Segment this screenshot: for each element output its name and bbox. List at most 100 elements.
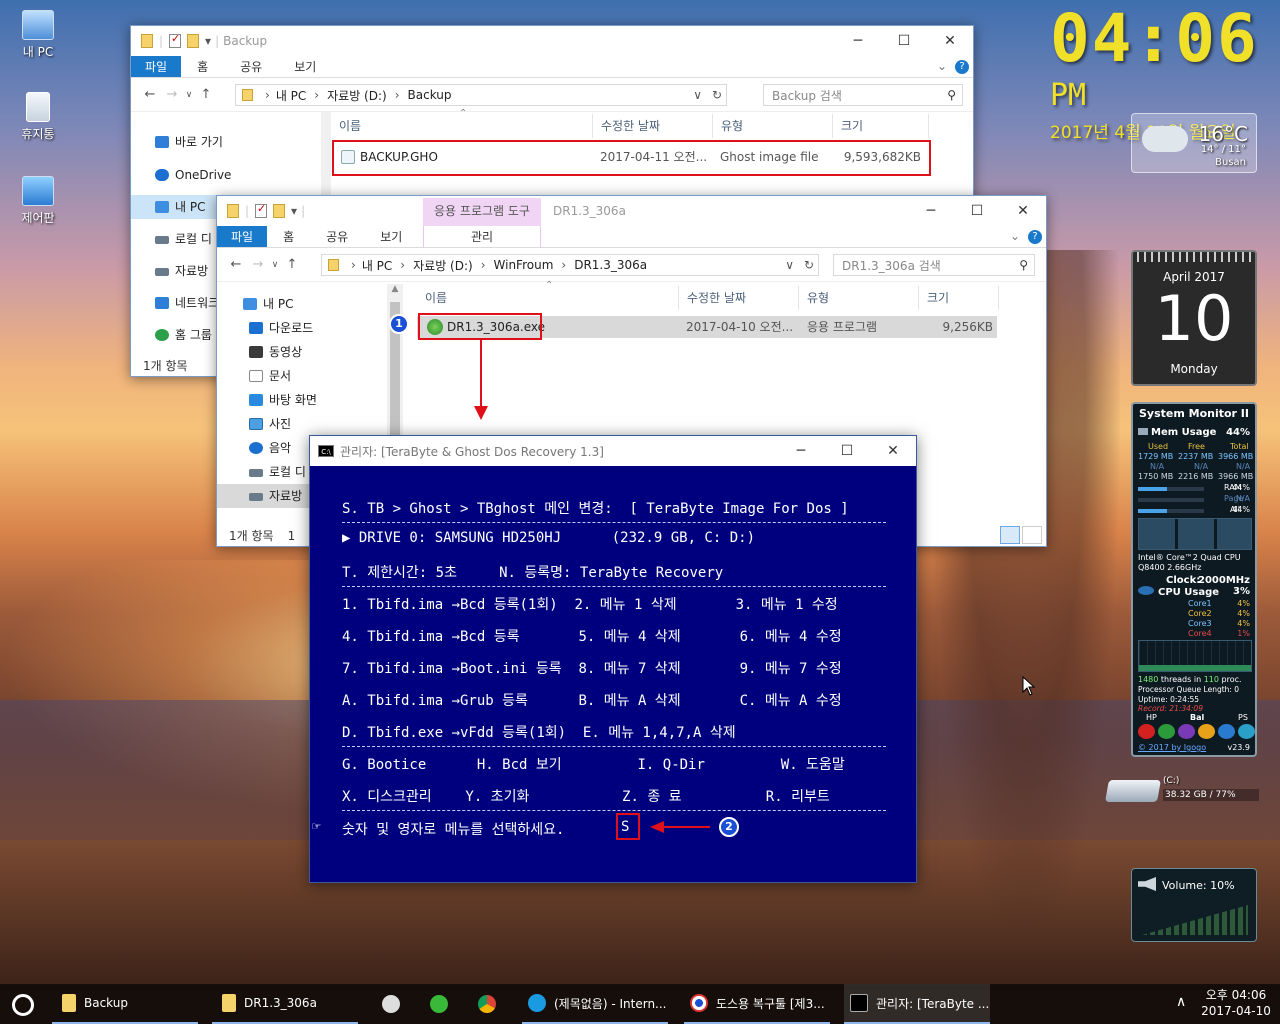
ribbon-expand-icon[interactable]: ⌄ [937, 59, 947, 73]
breadcrumb-item[interactable]: 자료방 (D:) [413, 257, 473, 274]
column-type[interactable]: 유형 [713, 114, 833, 138]
address-dropdown-icon[interactable]: ∨ [785, 258, 794, 272]
sm-procs: 110 [1203, 675, 1219, 684]
taskbar-item-ie[interactable]: (제목없음) - Intern... [522, 984, 668, 1024]
column-size[interactable]: 크기 [833, 114, 929, 138]
qat-dropdown-icon[interactable]: ▾ [205, 34, 211, 48]
drive-icon [155, 236, 169, 244]
weather-gadget[interactable]: 16°C 14° / 11° Busan [1131, 113, 1257, 173]
search-input[interactable]: Backup 검색 ⚲ [763, 84, 963, 106]
sm-val: 2216 MB [1178, 472, 1214, 481]
taskbar-clover[interactable] [430, 984, 454, 1024]
nav-item-documents[interactable]: 문서 [217, 364, 387, 388]
up-icon[interactable]: ↑ [281, 257, 303, 272]
close-button[interactable]: ✕ [927, 26, 973, 56]
breadcrumb-item[interactable]: 내 PC [362, 257, 392, 274]
qat-dropdown-icon[interactable]: ▾ [291, 204, 297, 218]
help-icon[interactable]: ? [1028, 230, 1042, 244]
taskbar-item-dos-tool[interactable]: 도스용 복구툴 [제3... [684, 984, 830, 1024]
tab-home[interactable]: 홈 [181, 56, 224, 77]
drive-gadget[interactable]: (C:) 38.32 GB / 77% [1103, 772, 1263, 810]
nav-item-desktop[interactable]: 바탕 화면 [217, 388, 387, 412]
search-input[interactable]: DR1.3_306a 검색 ⚲ [833, 254, 1035, 276]
forward-icon[interactable]: → [247, 257, 269, 272]
column-date[interactable]: 수정한 날짜 [593, 114, 713, 138]
nav-item-onedrive[interactable]: OneDrive [131, 163, 321, 187]
minimize-button[interactable]: ─ [908, 196, 954, 226]
taskbar-chrome[interactable] [478, 984, 502, 1024]
breadcrumb-item[interactable]: Backup [408, 88, 452, 102]
close-button[interactable]: ✕ [870, 436, 916, 466]
breadcrumb-item[interactable]: WinFroum [494, 258, 554, 272]
title-bar[interactable]: | ▾ | 응용 프로그램 도구 DR1.3_306a ─ ☐ ✕ [217, 196, 1046, 226]
maximize-button[interactable]: ☐ [881, 26, 927, 56]
recent-dropdown-icon[interactable]: ∨ [269, 260, 281, 270]
back-icon[interactable]: ← [225, 257, 247, 272]
address-bar[interactable]: › 내 PC › 자료방 (D:) › WinFroum › DR1.3_306… [321, 254, 819, 276]
volume-gadget[interactable]: Volume: 10% [1131, 868, 1257, 942]
title-bar[interactable]: | ▾ | Backup ─ ☐ ✕ [131, 26, 973, 56]
ribbon-expand-icon[interactable]: ⌄ [1010, 229, 1020, 243]
back-icon[interactable]: ← [139, 87, 161, 102]
nav-item-videos[interactable]: 동영상 [217, 340, 387, 364]
tab-file[interactable]: 파일 [217, 226, 268, 247]
forward-icon[interactable]: → [161, 87, 183, 102]
desktop-icon-recycle-bin[interactable]: 휴지통 [3, 92, 73, 142]
maximize-button[interactable]: ☐ [824, 436, 870, 466]
properties-icon[interactable] [169, 32, 182, 48]
minimize-button[interactable]: ─ [778, 436, 824, 466]
sleep-icon[interactable] [1178, 724, 1195, 739]
details-view-icon[interactable] [1000, 526, 1020, 544]
hibernate-icon[interactable] [1198, 724, 1215, 739]
tab-share[interactable]: 공유 [224, 56, 278, 77]
up-icon[interactable]: ↑ [195, 87, 217, 102]
tray-clock[interactable]: 오후 04:06 2017-04-10 [1196, 987, 1276, 1019]
new-folder-icon[interactable] [187, 34, 200, 48]
tab-manage[interactable]: 관리 [423, 226, 541, 248]
taskbar-item-cmd[interactable]: 관리자: [TeraByte ... [844, 984, 990, 1024]
desktop-icon-this-pc[interactable]: 내 PC [3, 10, 73, 60]
large-icons-view-icon[interactable] [1022, 526, 1042, 544]
tray-chevron-icon[interactable]: ∧ [1176, 994, 1186, 1010]
tab-home[interactable]: 홈 [267, 226, 310, 247]
close-button[interactable]: ✕ [1000, 196, 1046, 226]
address-bar[interactable]: › 내 PC › 자료방 (D:) › Backup ∨ ↻ [235, 84, 727, 106]
breadcrumb-item[interactable]: 내 PC [276, 87, 306, 104]
column-type[interactable]: 유형 [799, 286, 919, 310]
breadcrumb-item[interactable]: 자료방 (D:) [327, 87, 387, 104]
refresh-icon[interactable]: ↻ [712, 88, 722, 102]
system-monitor-gadget[interactable]: System Monitor II Mem Usage 44% Used Fre… [1131, 402, 1257, 757]
desktop-icon-control-panel[interactable]: 제어판 [3, 176, 73, 226]
minimize-button[interactable]: ─ [835, 26, 881, 56]
taskbar-settings[interactable] [382, 984, 406, 1024]
nav-item-downloads[interactable]: 다운로드 [217, 316, 387, 340]
sm-threads: 1480 [1138, 675, 1159, 684]
cmd-title-bar[interactable]: C:\ 관리자: [TeraByte & Ghost Dos Recovery … [310, 436, 916, 466]
restart-icon[interactable] [1158, 724, 1175, 739]
breadcrumb-item[interactable]: DR1.3_306a [574, 258, 647, 272]
sm-copyright[interactable]: © 2017 by Igogo [1138, 743, 1206, 752]
tab-view[interactable]: 보기 [364, 226, 418, 247]
refresh-icon[interactable]: ↻ [804, 258, 814, 272]
recent-dropdown-icon[interactable]: ∨ [183, 90, 195, 100]
maximize-button[interactable]: ☐ [954, 196, 1000, 226]
cmd-window[interactable]: C:\ 관리자: [TeraByte & Ghost Dos Recovery … [309, 435, 917, 883]
taskbar-item-dr[interactable]: DR1.3_306a [212, 984, 358, 1024]
cortana-icon[interactable] [12, 994, 34, 1016]
taskbar-item-backup[interactable]: Backup [52, 984, 198, 1024]
properties-icon[interactable] [255, 202, 268, 218]
settings-icon[interactable] [1238, 724, 1255, 739]
address-dropdown-icon[interactable]: ∨ [693, 88, 702, 102]
calendar-gadget[interactable]: April 2017 10 Monday [1131, 250, 1257, 386]
tab-share[interactable]: 공유 [310, 226, 364, 247]
logoff-icon[interactable] [1218, 724, 1235, 739]
column-date[interactable]: 수정한 날짜 [679, 286, 799, 310]
new-folder-icon[interactable] [273, 204, 286, 218]
nav-item-pictures[interactable]: 사진 [217, 412, 387, 436]
column-size[interactable]: 크기 [919, 286, 999, 310]
tab-file[interactable]: 파일 [131, 56, 182, 77]
menu-line: A. Tbifd.ima →Grub 등록 B. 메뉴 A 삭제 C. 메뉴 A… [342, 693, 842, 709]
tab-view[interactable]: 보기 [278, 56, 332, 77]
help-icon[interactable]: ? [955, 60, 969, 74]
shutdown-icon[interactable] [1138, 724, 1155, 739]
